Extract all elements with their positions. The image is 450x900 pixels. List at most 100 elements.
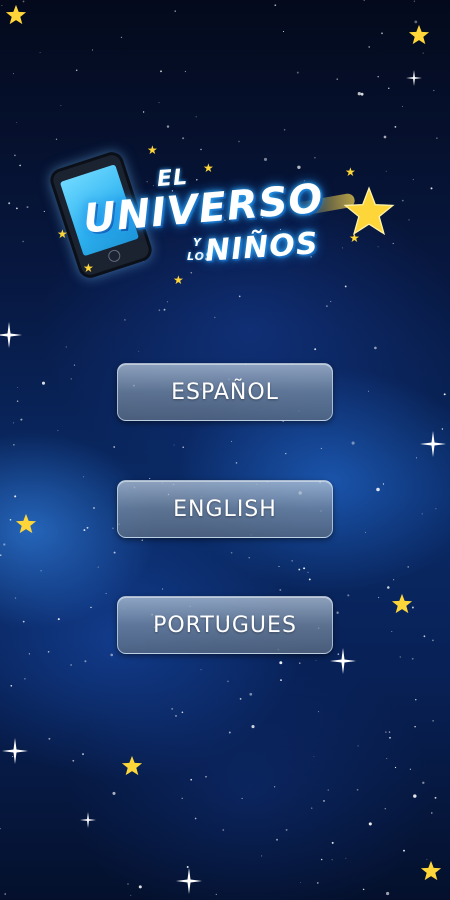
- background-star: [402, 106, 403, 107]
- background-star: [28, 653, 31, 655]
- background-star: [368, 46, 370, 48]
- background-star: [291, 560, 293, 562]
- background-star: [166, 125, 170, 128]
- background-star: [235, 462, 238, 464]
- background-star: [443, 393, 446, 396]
- background-star: [73, 364, 76, 366]
- background-star: [363, 0, 365, 1]
- background-star: [413, 794, 417, 798]
- background-star: [70, 664, 72, 666]
- background-star: [149, 477, 151, 480]
- background-star: [12, 422, 14, 424]
- background-star: [381, 32, 383, 35]
- background-star: [385, 891, 390, 896]
- background-star: [376, 487, 380, 492]
- background-star: [280, 679, 282, 681]
- background-star: [75, 69, 78, 72]
- background-star: [22, 240, 24, 243]
- background-star: [408, 219, 410, 221]
- background-star: [357, 92, 361, 96]
- background-star: [13, 444, 15, 446]
- background-star: [238, 295, 241, 298]
- star-icon: [5, 4, 27, 25]
- background-star: [282, 30, 285, 33]
- background-star: [251, 725, 255, 729]
- sparkle-icon: [330, 648, 356, 674]
- language-button-english[interactable]: ENGLISH: [117, 480, 333, 538]
- background-star: [48, 737, 51, 740]
- background-star: [3, 543, 6, 546]
- background-star: [415, 457, 418, 459]
- background-star: [20, 418, 23, 421]
- background-star: [72, 759, 75, 762]
- background-star: [422, 52, 424, 54]
- logo-word-ninos: NIÑOS: [203, 226, 320, 269]
- background-star: [138, 885, 142, 889]
- background-star: [90, 606, 92, 609]
- background-star: [414, 725, 416, 728]
- background-star: [200, 669, 202, 671]
- background-star: [113, 551, 116, 554]
- background-star: [8, 202, 11, 205]
- background-star: [279, 589, 282, 591]
- background-star: [387, 586, 390, 589]
- background-star: [130, 894, 132, 896]
- background-star: [4, 893, 6, 895]
- background-star: [230, 551, 233, 554]
- background-star: [356, 788, 359, 791]
- background-star: [374, 346, 377, 350]
- background-star: [205, 775, 207, 778]
- background-star: [181, 711, 184, 714]
- background-star: [422, 781, 425, 785]
- background-star: [16, 121, 18, 123]
- background-star: [285, 828, 288, 831]
- background-star: [388, 731, 391, 733]
- starfield-background: [0, 0, 446, 896]
- background-star: [92, 49, 93, 51]
- background-star: [399, 656, 402, 658]
- background-star: [308, 578, 311, 581]
- background-star: [279, 661, 283, 665]
- background-star: [394, 125, 397, 128]
- language-button-label: ENGLISH: [173, 496, 277, 522]
- background-star: [285, 452, 287, 455]
- background-star: [173, 444, 175, 446]
- background-star: [214, 316, 216, 319]
- background-star: [184, 70, 187, 73]
- phone-home-button: [106, 248, 122, 264]
- language-button-portugues[interactable]: PORTUGUES: [117, 596, 333, 654]
- background-star: [377, 75, 379, 78]
- background-star: [382, 483, 385, 485]
- language-button-espanol[interactable]: ESPAÑOL: [117, 363, 333, 421]
- background-star: [222, 829, 225, 831]
- star-icon: ★: [345, 165, 356, 179]
- background-star: [1, 5, 3, 6]
- background-star: [421, 513, 423, 515]
- background-star: [110, 653, 114, 657]
- background-star: [9, 519, 12, 521]
- star-icon: ★: [147, 143, 158, 157]
- background-star: [24, 677, 26, 680]
- background-star: [175, 715, 177, 717]
- background-star: [434, 796, 437, 799]
- background-star: [22, 0, 25, 3]
- background-star: [181, 797, 183, 799]
- background-star: [431, 812, 433, 814]
- background-star: [97, 566, 99, 568]
- background-star: [160, 70, 162, 73]
- background-star: [16, 400, 19, 402]
- background-star: [357, 745, 359, 747]
- background-star: [26, 206, 29, 209]
- background-star: [14, 154, 16, 157]
- background-star: [10, 684, 13, 687]
- language-select-screen: EL UNIVERSO Y LOS NIÑOS ★ ★ ★ ★ ★ ★ ★ ES…: [0, 0, 450, 900]
- background-star: [432, 720, 434, 722]
- background-star: [39, 52, 41, 54]
- background-star: [327, 789, 329, 791]
- background-star: [362, 888, 365, 891]
- background-star: [378, 596, 380, 599]
- background-star: [158, 309, 161, 311]
- sparkle-icon: [420, 431, 446, 457]
- background-star: [112, 791, 116, 795]
- background-star: [441, 428, 444, 430]
